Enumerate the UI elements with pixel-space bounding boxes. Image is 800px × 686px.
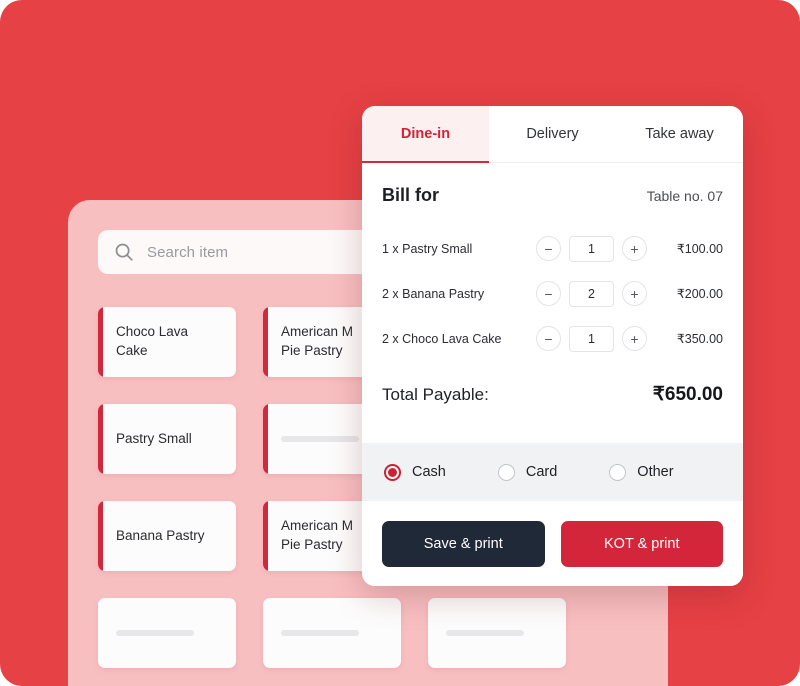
decrement-button[interactable]: − (536, 281, 561, 306)
save-and-print-button[interactable]: Save & print (382, 520, 545, 567)
order-type-tabs: Dine-in Delivery Take away (362, 106, 743, 163)
search-placeholder: Search item (147, 243, 229, 261)
bill-item-row: 1 x Pastry Small −1 + ₹100.00 (382, 226, 723, 271)
search-icon (114, 242, 134, 262)
dialog-actions: Save & print KOT & print (362, 501, 743, 586)
radio-button[interactable] (497, 463, 515, 481)
radio-button[interactable] (384, 463, 401, 481)
item-card[interactable] (428, 598, 566, 668)
item-card-label: Pastry Small (116, 430, 192, 446)
quantity-input[interactable]: 1 (569, 235, 614, 262)
item-card[interactable]: Choco Lava Cake (98, 307, 236, 377)
tab-dine-in[interactable]: Dine-in (362, 106, 489, 163)
payment-option-cash[interactable]: Cash (384, 463, 446, 481)
quantity-stepper: −2 + (536, 280, 647, 307)
item-card-placeholder (116, 630, 194, 636)
item-card-label: Banana Pastry (116, 527, 205, 543)
item-card-label: Choco Lava Cake (116, 324, 189, 358)
payment-option-label: Card (525, 464, 558, 480)
bill-item-row: 2 x Banana Pastry −2 + ₹200.00 (382, 271, 723, 316)
bill-item-price: ₹100.00 (676, 242, 723, 256)
quantity-input[interactable]: 2 (569, 280, 614, 307)
decrement-button[interactable]: − (536, 236, 561, 261)
bill-body: Bill for Table no. 07 1 x Pastry Small −1… (362, 163, 743, 443)
payment-method-group: Cash Card Other (362, 443, 743, 501)
page-title: Bill for (382, 185, 439, 205)
increment-button[interactable]: + (622, 281, 647, 306)
tab-delivery[interactable]: Delivery (489, 106, 616, 162)
decrement-button[interactable]: − (536, 326, 561, 351)
quantity-input[interactable]: 1 (569, 325, 614, 352)
quantity-stepper: −1 + (536, 325, 647, 352)
bill-item-price: ₹200.00 (676, 287, 723, 301)
item-card[interactable]: Banana Pastry (98, 501, 236, 571)
kot-and-print-button[interactable]: KOT & print (560, 520, 723, 567)
total-payable-row: Total Payable: ₹650.00 (382, 383, 723, 428)
radio-button[interactable] (609, 463, 627, 481)
item-card-label: American M Pie Pastry (281, 518, 354, 552)
payment-option-card[interactable]: Card (497, 463, 558, 481)
item-card-placeholder (281, 436, 359, 442)
bill-item-price: ₹350.00 (676, 332, 723, 346)
increment-button[interactable]: + (622, 326, 647, 351)
payment-option-label: Cash (412, 464, 446, 480)
payment-option-label: Other (637, 464, 674, 480)
item-card[interactable] (98, 598, 236, 668)
increment-button[interactable]: + (622, 236, 647, 261)
bill-dialog: Dine-in Delivery Take away Bill for Table … (362, 106, 743, 586)
bill-item-name: 2 x Banana Pastry (382, 286, 485, 301)
item-card-placeholder (281, 630, 359, 636)
bill-item-name: 2 x Choco Lava Cake (382, 331, 502, 346)
item-card-placeholder (446, 630, 524, 636)
item-card-label: American M Pie Pastry (281, 324, 354, 358)
bill-item-row: 2 x Choco Lava Cake −1 + ₹350.00 (382, 316, 723, 361)
total-label: Total Payable: (382, 385, 489, 404)
tab-take-away[interactable]: Take away (616, 106, 743, 162)
item-card[interactable]: Pastry Small (98, 404, 236, 474)
bill-item-name: 1 x Pastry Small (382, 241, 473, 256)
app-background: Search item Choco Lava Cake American M Pi… (0, 0, 800, 686)
bill-header: Bill for Table no. 07 (382, 185, 723, 206)
item-card[interactable] (263, 598, 401, 668)
quantity-stepper: −1 + (536, 235, 647, 262)
table-number: Table no. 07 (646, 188, 723, 204)
payment-option-other[interactable]: Other (609, 463, 674, 481)
bill-item-list: 1 x Pastry Small −1 + ₹100.00 2 x Banana Pas… (382, 226, 723, 361)
total-value: ₹650.00 (652, 384, 723, 405)
